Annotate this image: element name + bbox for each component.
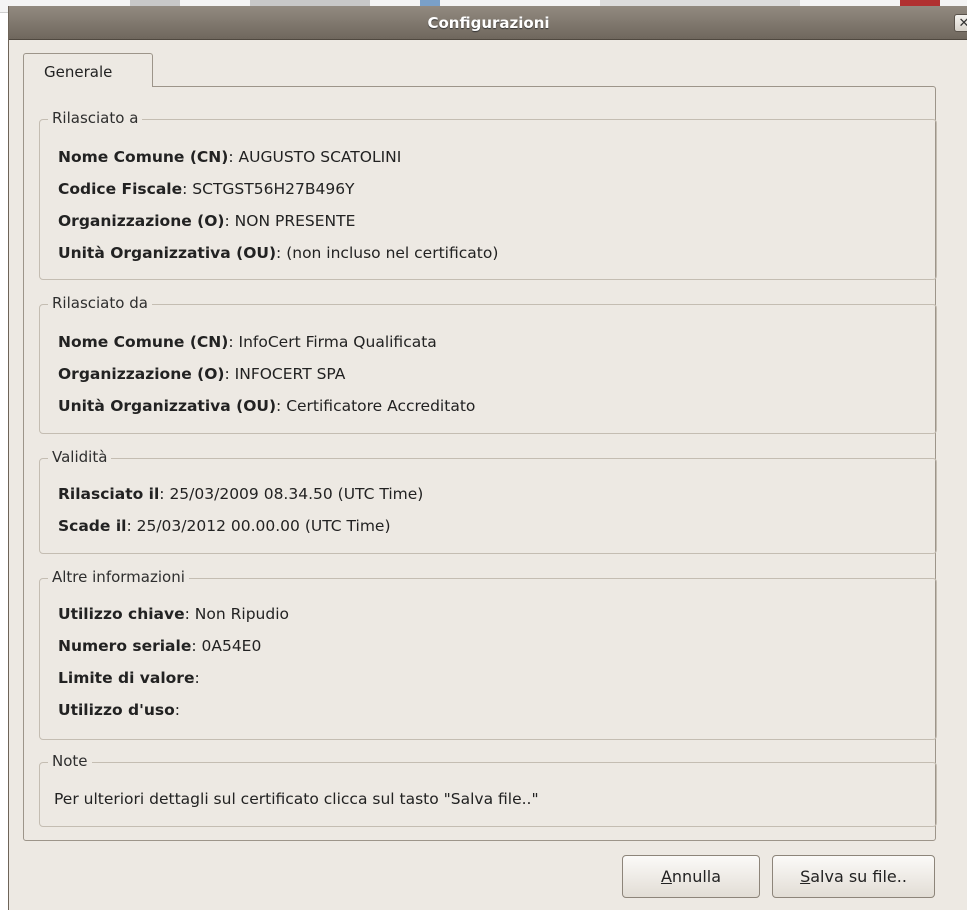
tab-label: Generale	[44, 63, 113, 81]
field-value: : 25/03/2009 08.34.50 (UTC Time)	[159, 485, 424, 503]
validity-from-row: Rilasciato il: 25/03/2009 08.34.50 (UTC …	[58, 485, 423, 503]
cancel-label: nnulla	[671, 867, 722, 886]
validity-to-row: Scade il: 25/03/2012 00.00.00 (UTC Time)	[58, 517, 391, 535]
save-to-file-button[interactable]: Salva su file..	[772, 855, 935, 898]
field-label: Utilizzo chiave	[58, 605, 185, 623]
field-value: : InfoCert Firma Qualificata	[228, 333, 437, 351]
close-button[interactable]: ✕	[954, 14, 967, 32]
issued-by-cn-row: Nome Comune (CN): InfoCert Firma Qualifi…	[58, 333, 437, 351]
field-value: : NON PRESENTE	[224, 212, 356, 230]
window-title: Configurazioni	[427, 14, 550, 32]
field-value: : SCTGST56H27B496Y	[182, 180, 355, 198]
field-value: :	[174, 701, 181, 719]
field-value: : 0A54E0	[191, 637, 262, 655]
field-label: Numero seriale	[58, 637, 192, 655]
group-title: Validità	[48, 448, 112, 466]
field-value: : AUGUSTO SCATOLINI	[228, 148, 402, 166]
group-title: Rilasciato da	[48, 294, 152, 312]
field-label: Utilizzo d'uso	[58, 701, 175, 719]
field-label: Organizzazione (O)	[58, 365, 225, 383]
field-label: Nome Comune (CN)	[58, 148, 229, 166]
group-issued-by: Rilasciato da Nome Comune (CN): InfoCert…	[39, 294, 937, 434]
close-icon: ✕	[958, 16, 967, 31]
serial-number-row: Numero seriale: 0A54E0	[58, 637, 261, 655]
field-value: : 25/03/2012 00.00.00 (UTC Time)	[126, 517, 391, 535]
usage-row: Utilizzo d'uso:	[58, 701, 180, 719]
issued-to-o-row: Organizzazione (O): NON PRESENTE	[58, 212, 355, 230]
field-label: Nome Comune (CN)	[58, 333, 229, 351]
save-label: alva su file..	[810, 867, 907, 886]
issued-to-ou-row: Unità Organizzativa (OU): (non incluso n…	[58, 244, 498, 262]
group-validity: Validità Rilasciato il: 25/03/2009 08.34…	[39, 448, 937, 554]
cancel-button[interactable]: Annulla	[622, 855, 760, 898]
title-bar[interactable]: Configurazioni ✕	[9, 6, 967, 40]
group-note: Note Per ulteriori dettagli sul certific…	[39, 752, 937, 827]
field-value: : Non Ripudio	[184, 605, 289, 623]
cancel-mnemonic: A	[660, 867, 672, 886]
field-label: Rilasciato il	[58, 485, 160, 503]
issued-to-cn-row: Nome Comune (CN): AUGUSTO SCATOLINI	[58, 148, 401, 166]
field-value: :	[194, 669, 200, 687]
group-issued-to: Rilasciato a Nome Comune (CN): AUGUSTO S…	[39, 109, 937, 280]
group-title: Altre informazioni	[48, 568, 189, 586]
note-text: Per ulteriori dettagli sul certificato c…	[54, 790, 539, 808]
field-label: Limite di valore	[58, 669, 195, 687]
save-mnemonic: S	[800, 867, 811, 886]
value-limit-row: Limite di valore:	[58, 669, 200, 687]
field-label: Codice Fiscale	[58, 180, 183, 198]
field-label: Unità Organizzativa (OU)	[58, 397, 277, 415]
field-value: : INFOCERT SPA	[224, 365, 346, 383]
key-usage-row: Utilizzo chiave: Non Ripudio	[58, 605, 289, 623]
group-title: Rilasciato a	[48, 109, 143, 127]
field-value: : (non incluso nel certificato)	[276, 244, 499, 262]
issued-to-cf-row: Codice Fiscale: SCTGST56H27B496Y	[58, 180, 355, 198]
field-label: Organizzazione (O)	[58, 212, 225, 230]
field-label: Scade il	[58, 517, 127, 535]
group-title: Note	[48, 752, 92, 770]
issued-by-ou-row: Unità Organizzativa (OU): Certificatore …	[58, 397, 475, 415]
issued-by-o-row: Organizzazione (O): INFOCERT SPA	[58, 365, 345, 383]
field-value: : Certificatore Accreditato	[276, 397, 476, 415]
tab-generale[interactable]: Generale	[23, 53, 153, 87]
field-label: Unità Organizzativa (OU)	[58, 244, 277, 262]
group-other-info: Altre informazioni Utilizzo chiave: Non …	[39, 568, 937, 740]
